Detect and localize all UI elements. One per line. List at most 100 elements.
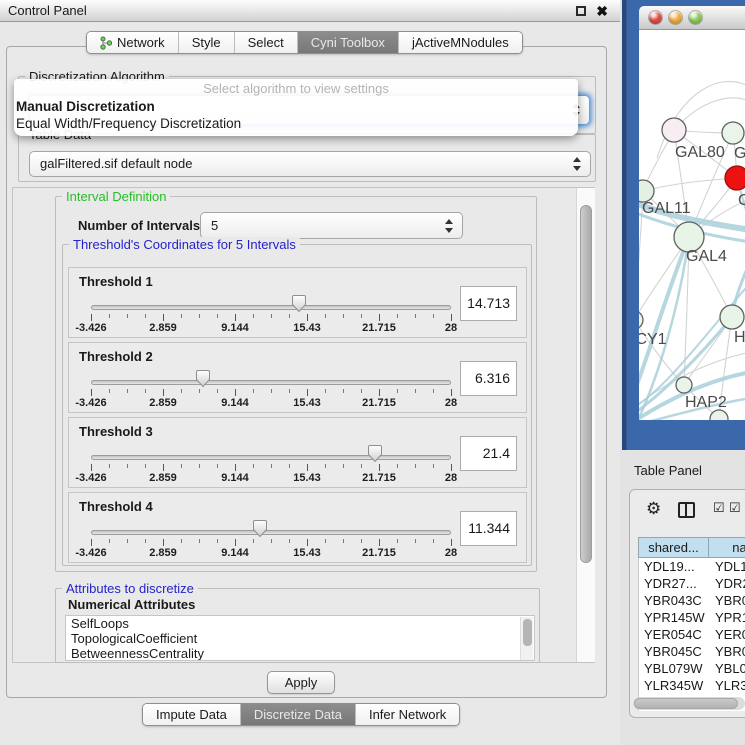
threshold-panel: Threshold 2 -3.4262.8599.14415.4321.7152… <box>68 342 527 413</box>
tick-label: 28 <box>445 397 457 409</box>
threshold-slider[interactable] <box>91 305 451 310</box>
tab-jactivemnodules[interactable]: jActiveMNodules <box>398 32 522 53</box>
close-icon[interactable]: ✖ <box>596 1 608 22</box>
tab-infer-network[interactable]: Infer Network <box>355 704 459 725</box>
network-node[interactable] <box>725 166 745 190</box>
tab-label: Infer Network <box>369 707 446 722</box>
table-cell[interactable]: YBR0 <box>710 643 745 660</box>
threshold-slider[interactable] <box>91 455 451 460</box>
threshold-value-field[interactable]: 11.344 <box>460 511 517 546</box>
numerical-attributes-list[interactable]: SelfLoopsTopologicalCoefficientBetweenne… <box>65 615 535 661</box>
dropdown-option-equal-width-frequency-discretization[interactable]: Equal Width/Frequency Discretization <box>14 115 578 132</box>
table-cell[interactable]: YBL079W <box>639 660 710 677</box>
threshold-label: Threshold 4 <box>79 499 153 514</box>
apply-button[interactable]: Apply <box>267 671 335 694</box>
tick-minor <box>325 314 326 318</box>
slider-thumb[interactable] <box>366 444 384 464</box>
panel-title: Control Panel <box>8 3 87 18</box>
tick-minor <box>289 539 290 543</box>
node-label: H <box>734 329 745 346</box>
table-cell[interactable]: YER0 <box>710 626 745 643</box>
close-button[interactable] <box>649 11 662 24</box>
table-cell[interactable]: YDL1 <box>710 558 745 575</box>
horizontal-scrollbar[interactable] <box>633 697 745 710</box>
table-cell[interactable]: YLR3 <box>710 677 745 694</box>
tick-minor <box>433 464 434 468</box>
tick-major <box>379 464 380 471</box>
table-cell[interactable]: YLR345W <box>639 677 710 694</box>
network-canvas[interactable]: GAL80GCGAL11GAL4GCY1HHAP2 <box>639 30 745 420</box>
threshold-value-field[interactable]: 6.316 <box>460 361 517 396</box>
slider-thumb[interactable] <box>194 369 212 389</box>
checkbox-icon[interactable]: ☑ <box>729 501 741 514</box>
table-cell[interactable]: YPR145W <box>639 609 710 626</box>
list-scrollbar-thumb[interactable] <box>523 619 532 646</box>
tab-style[interactable]: Style <box>178 32 234 53</box>
float-window-icon[interactable] <box>576 6 586 16</box>
table-cell[interactable]: YDL19... <box>639 558 710 575</box>
tick-major <box>163 314 164 321</box>
zoom-button[interactable] <box>689 11 702 24</box>
checkbox-icon[interactable]: ☑ <box>713 501 725 514</box>
tab-network[interactable]: Network <box>87 32 178 53</box>
threshold-value-field[interactable]: 21.4 <box>460 436 517 471</box>
table-cell[interactable]: YDR2 <box>710 575 745 592</box>
gear-icon[interactable]: ⚙ <box>646 500 661 517</box>
num-intervals-combobox[interactable]: 5 <box>200 212 463 239</box>
attribute-item[interactable]: TopologicalCoefficient <box>66 631 534 646</box>
network-node[interactable] <box>639 311 643 329</box>
tick-major <box>307 389 308 396</box>
node-label: GAL4 <box>686 248 727 265</box>
network-node[interactable] <box>720 305 744 329</box>
columns-icon[interactable] <box>678 502 695 518</box>
attribute-item[interactable]: SelfLoops <box>66 616 534 631</box>
attributes-group-label: Attributes to discretize <box>62 581 198 596</box>
tab-select[interactable]: Select <box>234 32 297 53</box>
tick-minor <box>289 389 290 393</box>
table-cell[interactable]: YDR27... <box>639 575 710 592</box>
tab-label: jActiveMNodules <box>412 35 509 50</box>
network-node[interactable] <box>676 377 692 393</box>
threshold-label: Threshold 3 <box>79 424 153 439</box>
network-node[interactable] <box>722 122 744 144</box>
table-row: YBR043CYBR0 <box>639 592 745 609</box>
dropdown-option-manual-discretization[interactable]: Manual Discretization <box>14 98 578 115</box>
threshold-value-field[interactable]: 14.713 <box>460 286 517 321</box>
table-cell[interactable]: YBR0 <box>710 592 745 609</box>
tick-label: 9.144 <box>221 547 249 559</box>
slider-thumb[interactable] <box>251 519 269 539</box>
tab-impute-data[interactable]: Impute Data <box>143 704 240 725</box>
slider-thumb[interactable] <box>290 294 308 314</box>
tick-label: 2.859 <box>149 322 177 334</box>
list-scrollbar[interactable] <box>520 617 533 661</box>
column-header-shared-[interactable]: shared... <box>638 537 709 558</box>
table-data-combobox[interactable]: galFiltered.sif default node <box>29 151 591 177</box>
network-view-frame[interactable]: GAL80GCGAL11GAL4GCY1HHAP2 <box>622 0 745 450</box>
table-cell[interactable]: YBL0 <box>710 660 745 677</box>
tab-label: Network <box>117 35 165 50</box>
network-node[interactable] <box>710 410 728 420</box>
minimize-button[interactable] <box>669 11 682 24</box>
table-row: YBR045CYBR0 <box>639 643 745 660</box>
table-row: YPR145WYPR1 <box>639 609 745 626</box>
table-cell[interactable]: YER054C <box>639 626 710 643</box>
table-cell[interactable]: YBR043C <box>639 592 710 609</box>
network-window-titlebar[interactable] <box>639 6 745 30</box>
network-node[interactable] <box>662 118 686 142</box>
tick-minor <box>397 314 398 318</box>
tab-cyni-toolbox[interactable]: Cyni Toolbox <box>297 32 398 53</box>
table-cell[interactable]: YPR1 <box>710 609 745 626</box>
tick-minor <box>253 539 254 543</box>
threshold-slider[interactable] <box>91 380 451 385</box>
settings-scrollbar[interactable] <box>576 188 595 662</box>
horizontal-scrollbar-thumb[interactable] <box>634 698 738 709</box>
scrollbar-thumb[interactable] <box>580 205 592 563</box>
column-header-name[interactable]: name <box>709 537 745 558</box>
threshold-slider[interactable] <box>91 530 451 535</box>
attribute-item[interactable]: BetweennessCentrality <box>66 646 534 661</box>
tick-label: -3.426 <box>75 322 106 334</box>
tick-major <box>451 389 452 396</box>
tab-discretize-data[interactable]: Discretize Data <box>240 704 355 725</box>
tick-minor <box>271 389 272 393</box>
table-cell[interactable]: YBR045C <box>639 643 710 660</box>
